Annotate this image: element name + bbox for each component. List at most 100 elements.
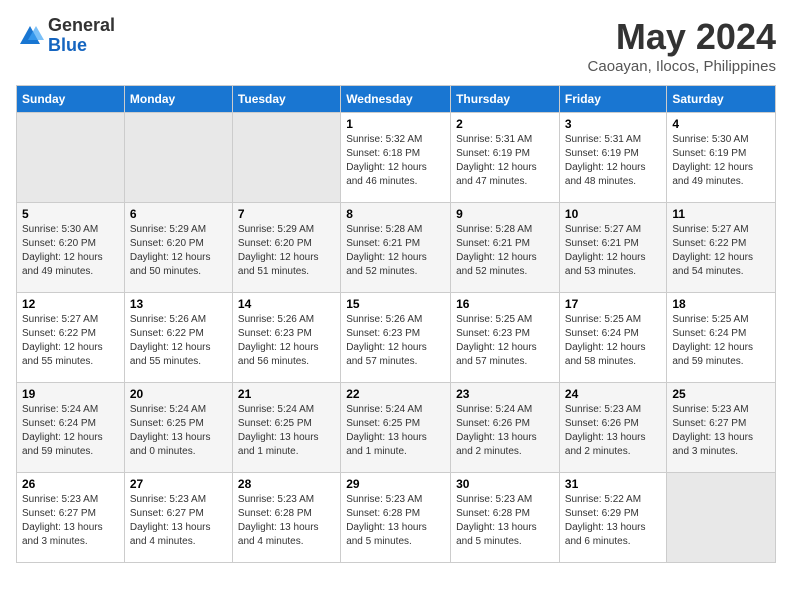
calendar-cell: 4 Sunrise: 5:30 AM Sunset: 6:19 PM Daylig… bbox=[667, 113, 776, 203]
calendar-cell: 22 Sunrise: 5:24 AM Sunset: 6:25 PM Dayli… bbox=[341, 383, 451, 473]
day-info: Sunrise: 5:30 AM Sunset: 6:19 PM Dayligh… bbox=[672, 133, 770, 189]
day-number: 11 bbox=[672, 207, 770, 221]
calendar-cell: 18 Sunrise: 5:25 AM Sunset: 6:24 PM Dayli… bbox=[667, 293, 776, 383]
day-number: 2 bbox=[456, 117, 554, 131]
calendar-table: SundayMondayTuesdayWednesdayThursdayFrid… bbox=[16, 85, 776, 563]
day-number: 5 bbox=[22, 207, 119, 221]
week-row-4: 19 Sunrise: 5:24 AM Sunset: 6:24 PM Dayli… bbox=[17, 383, 776, 473]
day-info: Sunrise: 5:26 AM Sunset: 6:23 PM Dayligh… bbox=[346, 313, 445, 369]
day-number: 24 bbox=[565, 387, 661, 401]
calendar-cell: 2 Sunrise: 5:31 AM Sunset: 6:19 PM Daylig… bbox=[451, 113, 560, 203]
calendar-cell: 30 Sunrise: 5:23 AM Sunset: 6:28 PM Dayli… bbox=[451, 473, 560, 563]
calendar-cell: 27Sunrise: 5:23 AM Sunset: 6:27 PM Dayli… bbox=[124, 473, 232, 563]
header: General Blue May 2024 Caoayan, Ilocos, P… bbox=[16, 16, 776, 75]
calendar-cell: 9 Sunrise: 5:28 AM Sunset: 6:21 PM Daylig… bbox=[451, 203, 560, 293]
weekday-header-monday: Monday bbox=[124, 86, 232, 113]
calendar-cell: 24Sunrise: 5:23 AM Sunset: 6:26 PM Dayli… bbox=[559, 383, 666, 473]
day-info: Sunrise: 5:29 AM Sunset: 6:20 PM Dayligh… bbox=[130, 223, 227, 279]
day-info: Sunrise: 5:24 AM Sunset: 6:25 PM Dayligh… bbox=[346, 403, 445, 459]
calendar-cell: 13Sunrise: 5:26 AM Sunset: 6:22 PM Dayli… bbox=[124, 293, 232, 383]
day-info: Sunrise: 5:27 AM Sunset: 6:21 PM Dayligh… bbox=[565, 223, 661, 279]
day-number: 10 bbox=[565, 207, 661, 221]
day-info: Sunrise: 5:25 AM Sunset: 6:23 PM Dayligh… bbox=[456, 313, 554, 369]
weekday-header-thursday: Thursday bbox=[451, 86, 560, 113]
day-info: Sunrise: 5:28 AM Sunset: 6:21 PM Dayligh… bbox=[346, 223, 445, 279]
weekday-header-friday: Friday bbox=[559, 86, 666, 113]
calendar-cell: 7 Sunrise: 5:29 AM Sunset: 6:20 PM Daylig… bbox=[232, 203, 340, 293]
calendar-cell: 25 Sunrise: 5:23 AM Sunset: 6:27 PM Dayli… bbox=[667, 383, 776, 473]
day-number: 1 bbox=[346, 117, 445, 131]
weekday-header-row: SundayMondayTuesdayWednesdayThursdayFrid… bbox=[17, 86, 776, 113]
week-row-2: 5 Sunrise: 5:30 AM Sunset: 6:20 PM Daylig… bbox=[17, 203, 776, 293]
calendar-cell bbox=[17, 113, 125, 203]
calendar-cell: 26Sunrise: 5:23 AM Sunset: 6:27 PM Dayli… bbox=[17, 473, 125, 563]
calendar-cell: 3Sunrise: 5:31 AM Sunset: 6:19 PM Daylig… bbox=[559, 113, 666, 203]
day-number: 7 bbox=[238, 207, 335, 221]
calendar-cell: 19 Sunrise: 5:24 AM Sunset: 6:24 PM Dayli… bbox=[17, 383, 125, 473]
day-info: Sunrise: 5:28 AM Sunset: 6:21 PM Dayligh… bbox=[456, 223, 554, 279]
location: Caoayan, Ilocos, Philippines bbox=[588, 58, 776, 75]
day-number: 23 bbox=[456, 387, 554, 401]
logo: General Blue bbox=[16, 16, 115, 56]
calendar-cell: 11 Sunrise: 5:27 AM Sunset: 6:22 PM Dayli… bbox=[667, 203, 776, 293]
day-info: Sunrise: 5:32 AM Sunset: 6:18 PM Dayligh… bbox=[346, 133, 445, 189]
calendar-cell: 16 Sunrise: 5:25 AM Sunset: 6:23 PM Dayli… bbox=[451, 293, 560, 383]
calendar-cell: 8 Sunrise: 5:28 AM Sunset: 6:21 PM Daylig… bbox=[341, 203, 451, 293]
day-info: Sunrise: 5:22 AM Sunset: 6:29 PM Dayligh… bbox=[565, 493, 661, 549]
week-row-1: 1 Sunrise: 5:32 AM Sunset: 6:18 PM Daylig… bbox=[17, 113, 776, 203]
weekday-header-saturday: Saturday bbox=[667, 86, 776, 113]
logo-icon bbox=[16, 22, 44, 50]
day-number: 19 bbox=[22, 387, 119, 401]
day-number: 4 bbox=[672, 117, 770, 131]
day-number: 30 bbox=[456, 477, 554, 491]
weekday-header-wednesday: Wednesday bbox=[341, 86, 451, 113]
day-number: 3 bbox=[565, 117, 661, 131]
day-number: 16 bbox=[456, 297, 554, 311]
day-number: 18 bbox=[672, 297, 770, 311]
calendar-cell: 23Sunrise: 5:24 AM Sunset: 6:26 PM Dayli… bbox=[451, 383, 560, 473]
day-number: 27 bbox=[130, 477, 227, 491]
day-info: Sunrise: 5:23 AM Sunset: 6:28 PM Dayligh… bbox=[456, 493, 554, 549]
day-info: Sunrise: 5:24 AM Sunset: 6:24 PM Dayligh… bbox=[22, 403, 119, 459]
day-number: 9 bbox=[456, 207, 554, 221]
logo-blue-text: Blue bbox=[48, 35, 87, 55]
day-info: Sunrise: 5:25 AM Sunset: 6:24 PM Dayligh… bbox=[672, 313, 770, 369]
calendar-cell: 10 Sunrise: 5:27 AM Sunset: 6:21 PM Dayli… bbox=[559, 203, 666, 293]
weekday-header-tuesday: Tuesday bbox=[232, 86, 340, 113]
day-info: Sunrise: 5:29 AM Sunset: 6:20 PM Dayligh… bbox=[238, 223, 335, 279]
calendar-cell: 15 Sunrise: 5:26 AM Sunset: 6:23 PM Dayli… bbox=[341, 293, 451, 383]
day-info: Sunrise: 5:27 AM Sunset: 6:22 PM Dayligh… bbox=[22, 313, 119, 369]
day-number: 21 bbox=[238, 387, 335, 401]
day-info: Sunrise: 5:24 AM Sunset: 6:25 PM Dayligh… bbox=[238, 403, 335, 459]
calendar-cell: 20 Sunrise: 5:24 AM Sunset: 6:25 PM Dayli… bbox=[124, 383, 232, 473]
day-number: 17 bbox=[565, 297, 661, 311]
day-info: Sunrise: 5:23 AM Sunset: 6:28 PM Dayligh… bbox=[346, 493, 445, 549]
day-number: 15 bbox=[346, 297, 445, 311]
day-number: 8 bbox=[346, 207, 445, 221]
day-number: 6 bbox=[130, 207, 227, 221]
day-number: 22 bbox=[346, 387, 445, 401]
calendar-cell bbox=[667, 473, 776, 563]
day-info: Sunrise: 5:23 AM Sunset: 6:27 PM Dayligh… bbox=[672, 403, 770, 459]
calendar-cell: 14Sunrise: 5:26 AM Sunset: 6:23 PM Dayli… bbox=[232, 293, 340, 383]
day-info: Sunrise: 5:27 AM Sunset: 6:22 PM Dayligh… bbox=[672, 223, 770, 279]
weekday-header-sunday: Sunday bbox=[17, 86, 125, 113]
day-info: Sunrise: 5:23 AM Sunset: 6:27 PM Dayligh… bbox=[22, 493, 119, 549]
day-info: Sunrise: 5:31 AM Sunset: 6:19 PM Dayligh… bbox=[456, 133, 554, 189]
week-row-3: 12Sunrise: 5:27 AM Sunset: 6:22 PM Dayli… bbox=[17, 293, 776, 383]
calendar-cell bbox=[124, 113, 232, 203]
day-number: 28 bbox=[238, 477, 335, 491]
day-number: 31 bbox=[565, 477, 661, 491]
day-number: 20 bbox=[130, 387, 227, 401]
day-info: Sunrise: 5:24 AM Sunset: 6:25 PM Dayligh… bbox=[130, 403, 227, 459]
day-number: 29 bbox=[346, 477, 445, 491]
calendar-cell: 1 Sunrise: 5:32 AM Sunset: 6:18 PM Daylig… bbox=[341, 113, 451, 203]
calendar-cell bbox=[232, 113, 340, 203]
logo-general-text: General bbox=[48, 15, 115, 35]
calendar-cell: 12Sunrise: 5:27 AM Sunset: 6:22 PM Dayli… bbox=[17, 293, 125, 383]
month-year: May 2024 bbox=[588, 16, 776, 58]
day-number: 13 bbox=[130, 297, 227, 311]
calendar-cell: 31 Sunrise: 5:22 AM Sunset: 6:29 PM Dayli… bbox=[559, 473, 666, 563]
day-number: 25 bbox=[672, 387, 770, 401]
day-info: Sunrise: 5:30 AM Sunset: 6:20 PM Dayligh… bbox=[22, 223, 119, 279]
